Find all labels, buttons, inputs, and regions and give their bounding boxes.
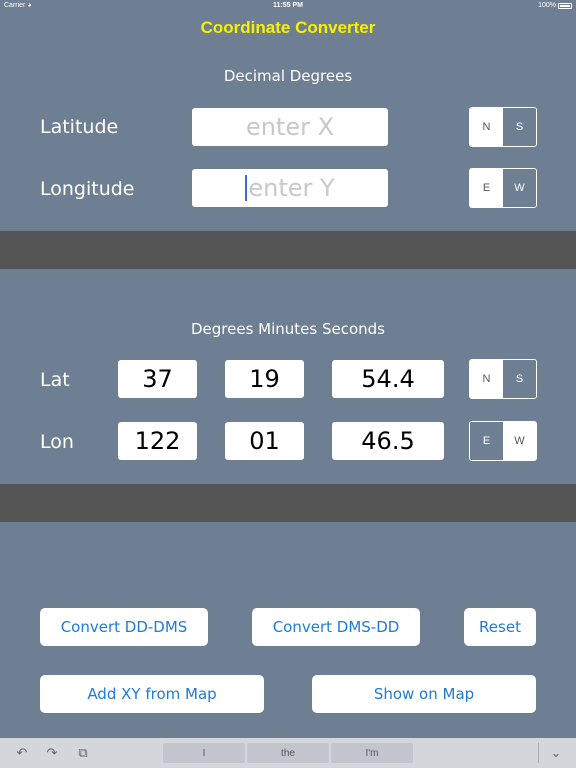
keyboard-shortcut-bar: ↶ ↷ ⧉ I the I'm ⌄ — [0, 738, 576, 768]
lon-degrees-input[interactable]: 122 — [118, 422, 197, 460]
longitude-ew-toggle[interactable]: E W — [469, 168, 537, 208]
status-bar: Carrier ◕ 11:55 PM 100% — [0, 0, 576, 12]
chevron-down-icon[interactable]: ⌄ — [547, 744, 565, 762]
paste-icon[interactable]: ⧉ — [74, 744, 92, 762]
suggestion-2[interactable]: the — [247, 743, 329, 763]
lat-degrees-value: 37 — [142, 365, 173, 393]
lon-minutes-input[interactable]: 01 — [225, 422, 304, 460]
status-time: 11:55 PM — [273, 2, 303, 9]
lon-w-option[interactable]: W — [503, 422, 536, 460]
battery-indicator: 100% — [538, 2, 572, 9]
lat-degrees-input[interactable]: 37 — [118, 360, 197, 398]
lat-seconds-value: 54.4 — [361, 365, 415, 393]
add-xy-from-map-button[interactable]: Add XY from Map — [40, 675, 264, 713]
suggestion-1[interactable]: I — [163, 743, 245, 763]
divider-band-top — [0, 231, 576, 269]
keyboard-divider — [538, 743, 539, 763]
lat-n-option[interactable]: N — [470, 360, 503, 398]
lat-ns-toggle[interactable]: N S — [469, 359, 537, 399]
dd-section-heading: Decimal Degrees — [223, 67, 353, 85]
reset-button[interactable]: Reset — [464, 608, 536, 646]
latitude-s-option[interactable]: S — [503, 108, 536, 146]
latitude-placeholder: enter X — [245, 113, 335, 141]
longitude-e-option[interactable]: E — [470, 169, 503, 207]
page-title: Coordinate Converter — [200, 18, 376, 37]
divider-band-bottom — [0, 484, 576, 522]
lon-label: Lon — [40, 431, 74, 453]
lon-seconds-input[interactable]: 46.5 — [332, 422, 444, 460]
convert-dd-dms-button[interactable]: Convert DD-DMS — [40, 608, 208, 646]
lon-minutes-value: 01 — [249, 427, 280, 455]
lon-e-option[interactable]: E — [470, 422, 503, 460]
longitude-w-option[interactable]: W — [503, 169, 536, 207]
lat-minutes-input[interactable]: 19 — [225, 360, 304, 398]
dms-section-heading: Degrees Minutes Seconds — [190, 320, 385, 338]
convert-dms-dd-button[interactable]: Convert DMS-DD — [252, 608, 420, 646]
lon-ew-toggle[interactable]: E W — [469, 421, 537, 461]
battery-percent: 100% — [538, 2, 556, 9]
lon-seconds-value: 46.5 — [361, 427, 415, 455]
latitude-input[interactable]: enter X — [192, 108, 388, 146]
battery-icon — [558, 2, 572, 9]
longitude-placeholder: enter Y — [248, 174, 335, 202]
lat-seconds-input[interactable]: 54.4 — [332, 360, 444, 398]
suggestion-3[interactable]: I'm — [331, 743, 413, 763]
text-cursor — [245, 175, 248, 201]
redo-icon[interactable]: ↷ — [43, 744, 61, 762]
latitude-n-option[interactable]: N — [470, 108, 503, 146]
lat-label: Lat — [40, 369, 70, 391]
lat-minutes-value: 19 — [249, 365, 280, 393]
longitude-label: Longitude — [40, 178, 135, 200]
latitude-label: Latitude — [40, 116, 119, 138]
longitude-input[interactable]: enter Y — [192, 169, 388, 207]
latitude-ns-toggle[interactable]: N S — [469, 107, 537, 147]
lat-s-option[interactable]: S — [503, 360, 536, 398]
undo-icon[interactable]: ↶ — [13, 744, 31, 762]
show-on-map-button[interactable]: Show on Map — [312, 675, 536, 713]
lon-degrees-value: 122 — [134, 427, 181, 455]
